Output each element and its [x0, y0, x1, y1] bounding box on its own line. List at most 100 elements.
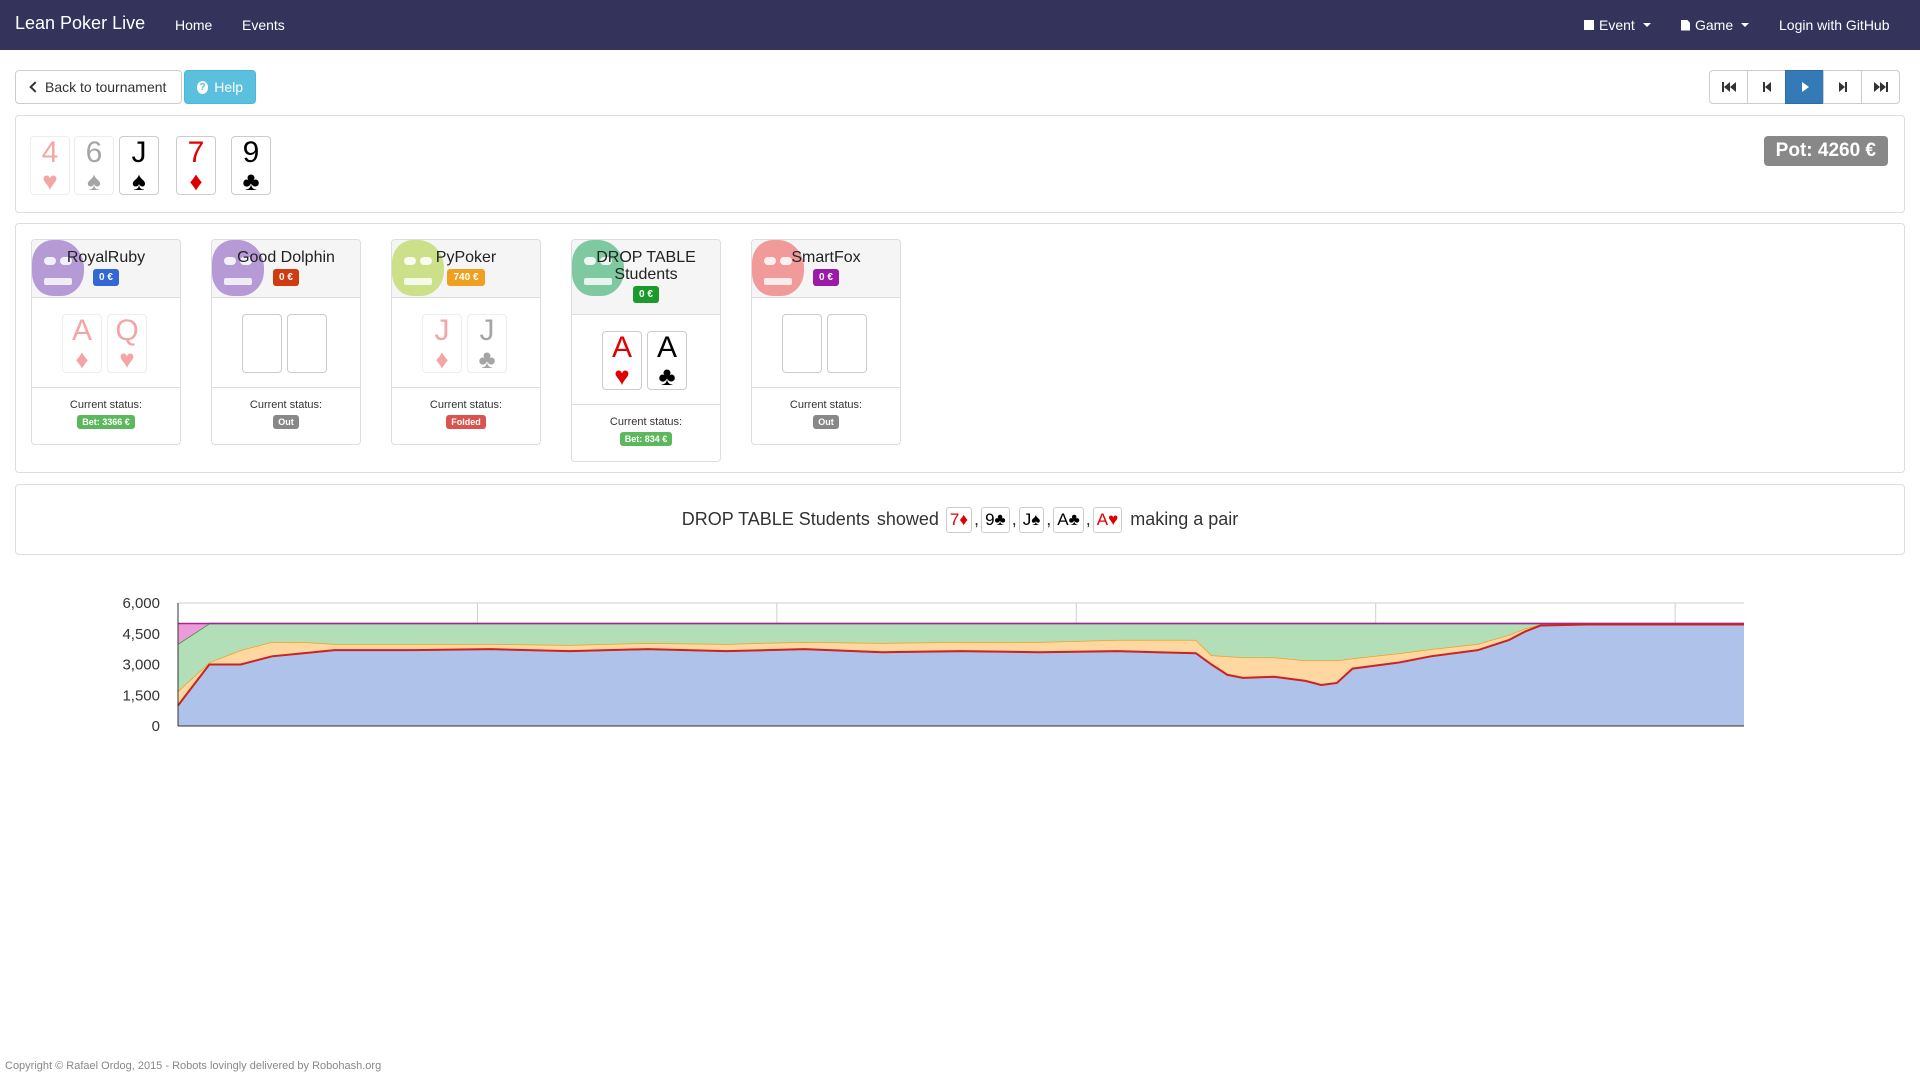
last-icon [1873, 82, 1888, 92]
player-status: Current status: Bet: 834 € [572, 405, 720, 461]
card-suit: ♣ [1068, 509, 1080, 529]
help-button[interactable]: ? Help [184, 70, 256, 104]
game-dropdown-label: Game [1695, 17, 1734, 33]
caret-down-icon [1642, 23, 1651, 27]
card-suit: ♣ [994, 509, 1006, 529]
showdown-message: DROP TABLE Students showed 7♦, 9♣, J♠, A♣, A… [16, 485, 1904, 554]
card-suit: ♠ [1031, 509, 1041, 529]
first-icon [1721, 82, 1736, 92]
card-suit: ♣ [478, 343, 496, 374]
showdown-card: J♠ [1018, 506, 1045, 533]
card-rank: Q [115, 313, 139, 347]
card-suit: ♦ [75, 343, 89, 374]
y-tick-label: 0 [152, 718, 160, 735]
help-label: Help [214, 79, 243, 95]
status-badge: Bet: 834 € [619, 432, 673, 446]
empty-card-slot [782, 314, 822, 373]
player-card: RoyalRuby 0 € A ♦ Q ♥ Current status: Bet: 3366… [31, 239, 181, 445]
player-name: PyPoker [435, 249, 497, 266]
card-rank: J [479, 313, 495, 347]
status-badge: Out [273, 415, 299, 429]
player-chips-badge: 0 € [633, 286, 659, 303]
player-status: Current status: Bet: 3366 € [32, 388, 180, 444]
card-suit: ♠ [132, 165, 146, 196]
nav-home-link[interactable]: Home [175, 17, 212, 33]
hole-cards [212, 298, 360, 388]
hole-card: A ♣ [647, 331, 687, 390]
first-button[interactable] [1709, 70, 1748, 104]
status-label: Current status: [609, 416, 683, 428]
card-rank: A [71, 313, 92, 347]
player-card: PyPoker 740 € J ♦ J ♣ Current status: Folded [391, 239, 541, 445]
player-chips-badge: 0 € [93, 269, 119, 286]
card-rank: 9 [985, 509, 995, 529]
back-label: Back to tournament [45, 79, 167, 95]
card-rank: A [656, 330, 677, 364]
card-suit: ♥ [614, 360, 630, 391]
player-card: Good Dolphin 0 € Current status: Out [211, 239, 361, 445]
play-icon [1801, 82, 1809, 92]
board-panel: 4 ♥ 6 ♠ J ♠ 7 ♦ 9 ♣ Pot: 4260 € [15, 115, 1905, 213]
player-name: Good Dolphin [237, 249, 335, 266]
login-github-link[interactable]: Login with GitHub [1779, 17, 1890, 33]
player-name: SmartFox [791, 249, 861, 266]
player-chips-badge: 0 € [813, 269, 839, 286]
chip-stack-chart: 0 1,500 3,000 4,500 6,000 [122, 595, 1744, 735]
player-header: SmartFox 0 € [752, 240, 900, 298]
pot-badge: Pot: 4260 € [1763, 136, 1888, 166]
previous-button[interactable] [1747, 70, 1786, 104]
status-label: Current status: [429, 399, 503, 411]
card-suit: ♥ [119, 343, 135, 374]
player-header: RoyalRuby 0 € [32, 240, 180, 298]
hole-cards: A ♥ A ♣ [572, 315, 720, 405]
card-suit: ♦ [189, 165, 203, 196]
game-dropdown[interactable]: Game [1681, 17, 1750, 33]
player-name: DROP TABLE Students [596, 249, 696, 283]
showdown-card: 7♦ [945, 506, 973, 533]
square-icon [1584, 20, 1594, 30]
next-button[interactable] [1823, 70, 1862, 104]
last-button[interactable] [1861, 70, 1900, 104]
hole-cards: J ♦ J ♣ [392, 298, 540, 388]
card-rank: A [1096, 509, 1109, 529]
caret-down-icon [1741, 23, 1750, 27]
card-rank: 4 [41, 135, 59, 169]
player-card: SmartFox 0 € Current status: Out [751, 239, 901, 445]
hole-cards: A ♦ Q ♥ [32, 298, 180, 388]
status-badge: Folded [446, 415, 486, 429]
showdown-cards: 7♦, 9♣, J♠, A♣, A♥ [945, 506, 1123, 533]
card-suit: ♣ [242, 165, 260, 196]
empty-card-slot [827, 314, 867, 373]
player-header: PyPoker 740 € [392, 240, 540, 298]
back-to-tournament-button[interactable]: Back to tournament [15, 70, 182, 104]
nav-events-link[interactable]: Events [242, 17, 285, 33]
card-suit: ♣ [658, 360, 676, 391]
showdown-result: making a pair [1130, 509, 1239, 529]
card-rank: J [1022, 509, 1032, 529]
card-rank: 9 [242, 135, 260, 169]
board-card: 4 ♥ [30, 136, 70, 195]
event-dropdown[interactable]: Event [1584, 17, 1651, 33]
navbar: Lean Poker Live Home Events Event Game L… [0, 0, 1920, 50]
footer-copyright: Copyright © Rafael Ordog, 2015 - Robots … [5, 1060, 382, 1072]
board-card: 9 ♣ [231, 136, 271, 195]
hole-card: A ♥ [602, 331, 642, 390]
player-status: Current status: Out [752, 388, 900, 444]
y-tick-label: 4,500 [122, 626, 160, 643]
board-card: J ♠ [119, 136, 159, 195]
card-suit: ♠ [87, 165, 101, 196]
player-name: RoyalRuby [66, 249, 146, 266]
showdown-verb: showed [876, 509, 939, 529]
play-button[interactable] [1785, 70, 1824, 104]
status-label: Current status: [249, 399, 323, 411]
card-suit: ♦ [435, 343, 449, 374]
card-rank: 6 [85, 135, 103, 169]
card-rank: 7 [949, 509, 960, 529]
y-tick-label: 6,000 [122, 595, 160, 612]
card-rank: A [611, 330, 632, 364]
brand-link[interactable]: Lean Poker Live [15, 13, 145, 34]
player-header: DROP TABLE Students 0 € [572, 240, 720, 315]
previous-icon [1762, 82, 1771, 92]
next-icon [1838, 82, 1847, 92]
question-circle-icon: ? [197, 80, 209, 94]
